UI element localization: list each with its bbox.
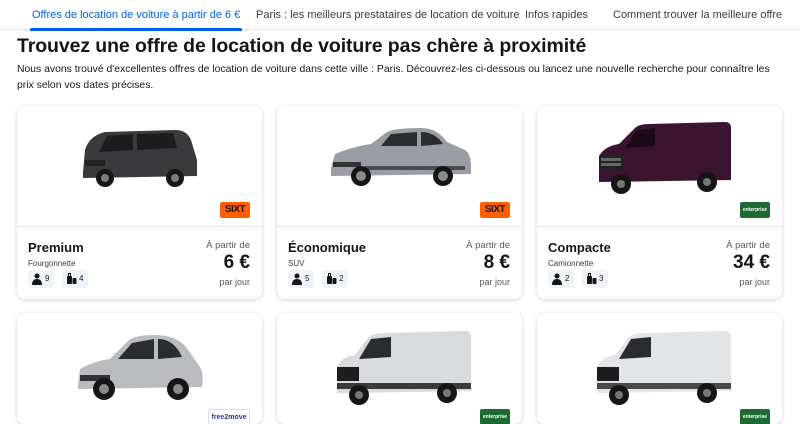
seats-count: 2 — [565, 274, 570, 283]
deal-card-premium[interactable]: SIXT Premium Fourgonnette À partir de 6 … — [17, 106, 262, 299]
hatchback-car-icon — [77, 335, 203, 400]
intro-text: Nous avons trouvé d'excellentes offres d… — [17, 64, 770, 91]
deal-card-hatchback[interactable]: free2move — [17, 313, 262, 424]
deal-card-cargo-van-1[interactable]: enterprise — [277, 313, 522, 424]
tab-how-to-find-deal[interactable]: Comment trouver la meilleure offre — [613, 0, 782, 30]
card-divider — [17, 226, 262, 227]
cargo-van-icon — [336, 331, 471, 405]
tab-top-providers[interactable]: Paris : les meilleurs prestataires de lo… — [256, 0, 520, 30]
price: 8 € — [483, 252, 510, 273]
seats-count: 9 — [45, 274, 50, 283]
car-category: Premium — [28, 240, 84, 255]
car-image — [537, 313, 782, 424]
provider-logo-free2move: free2move — [208, 409, 250, 424]
per-day-label: par jour — [219, 277, 250, 287]
price: 34 € — [733, 252, 770, 273]
tab-quick-info[interactable]: Infos rapides — [525, 0, 588, 30]
bags-count: 4 — [79, 274, 84, 283]
bags-count: 3 — [599, 274, 604, 283]
car-image — [17, 313, 262, 424]
car-image — [277, 313, 522, 424]
van-car-icon — [82, 130, 197, 187]
provider-logo-enterprise: enterprise — [740, 202, 770, 218]
deal-card-compacte[interactable]: enterprise Compacte Camionnette À partir… — [537, 106, 782, 299]
car-type: Fourgonnette — [28, 259, 76, 268]
deal-card-cargo-van-2[interactable]: enterprise — [537, 313, 782, 424]
card-divider — [277, 226, 522, 227]
bags-badge: 4 — [62, 270, 89, 288]
provider-logo-enterprise: enterprise — [740, 409, 770, 424]
provider-logo-enterprise: enterprise — [480, 409, 510, 424]
price-from-label: À partir de — [206, 240, 250, 251]
car-type: SUV — [288, 259, 305, 268]
tab-offers[interactable]: Offres de location de voiture à partir d… — [29, 0, 243, 31]
tab-bar: Offres de location de voiture à partir d… — [0, 0, 800, 31]
person-icon — [292, 273, 302, 285]
person-icon — [32, 273, 42, 285]
car-type: Camionnette — [548, 259, 594, 268]
bags-count: 2 — [339, 274, 344, 283]
per-day-label: par jour — [739, 277, 770, 287]
cargo-van-icon — [596, 331, 731, 405]
price-from-label: À partir de — [466, 240, 510, 251]
price-from-label: À partir de — [726, 240, 770, 251]
bags-badge: 3 — [582, 270, 609, 288]
seats-count: 5 — [305, 274, 310, 283]
per-day-label: par jour — [479, 277, 510, 287]
suv-car-icon — [330, 128, 471, 186]
provider-logo-sixt: SIXT — [220, 202, 250, 218]
car-category: Économique — [288, 240, 367, 255]
price: 6 € — [223, 252, 250, 273]
seats-badge: 9 — [28, 270, 55, 288]
luggage-icon — [587, 273, 597, 284]
provider-logo-sixt: SIXT — [480, 202, 510, 218]
bags-badge: 2 — [322, 270, 349, 288]
luggage-icon — [327, 273, 337, 284]
deal-card-economique[interactable]: SIXT Économique SUV À partir de 8 € par … — [277, 106, 522, 299]
cargo-van-icon — [598, 122, 731, 194]
car-category: Compacte — [548, 240, 611, 255]
card-divider — [537, 226, 782, 227]
luggage-icon — [67, 273, 77, 284]
page-title: Trouvez une offre de location de voiture… — [17, 35, 587, 57]
seats-badge: 5 — [288, 270, 315, 288]
person-icon — [552, 273, 562, 285]
seats-badge: 2 — [548, 270, 575, 288]
